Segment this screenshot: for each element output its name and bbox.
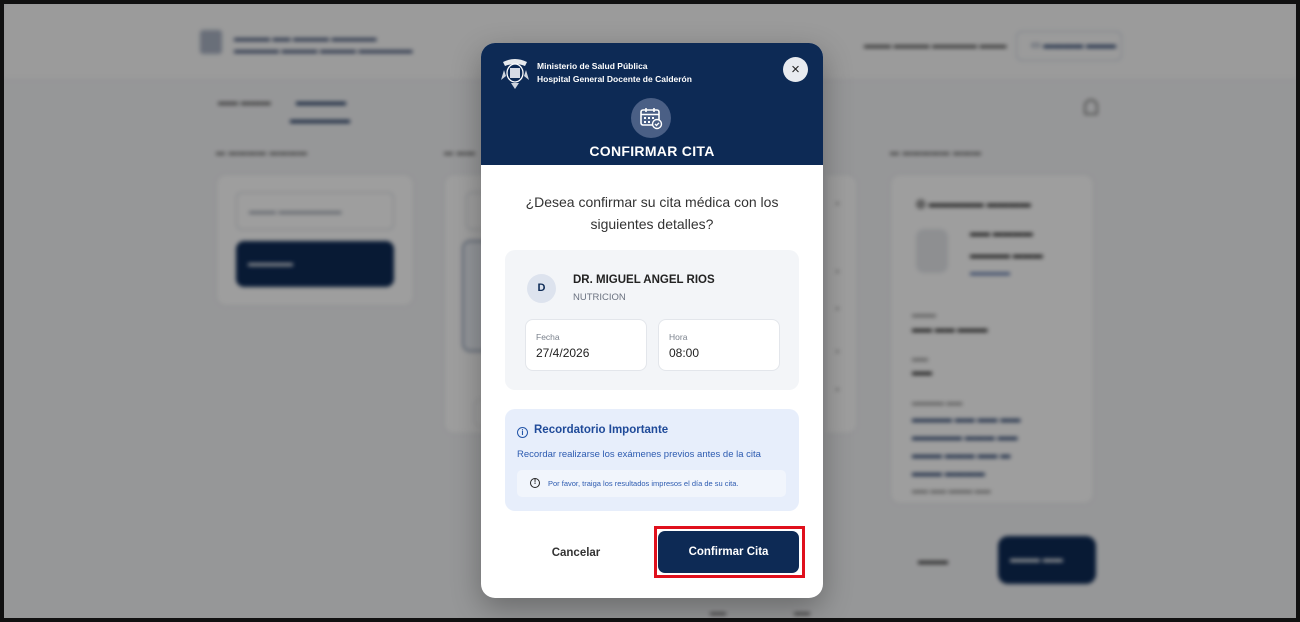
doctor-avatar: D: [527, 274, 556, 303]
reminder-note-text: Por favor, traiga los resultados impreso…: [548, 479, 739, 488]
reminder-box: i Recordatorio Importante Recordar reali…: [505, 409, 799, 511]
confirm-appointment-modal: Ministerio de Salud Pública Hospital Gen…: [481, 43, 823, 598]
doctor-specialty: NUTRICION: [573, 292, 626, 303]
modal-title: CONFIRMAR CITA: [589, 143, 715, 159]
confirm-appointment-button[interactable]: Confirmar Cita: [658, 531, 799, 573]
hora-value: 08:00: [669, 346, 700, 360]
hora-field: Hora 08:00: [658, 319, 780, 371]
cancel-button[interactable]: Cancelar: [538, 540, 614, 566]
confirm-question: ¿Desea confirmar su cita médica con los …: [525, 194, 779, 232]
doctor-name: DR. MIGUEL ANGEL RIOS: [573, 274, 715, 286]
reminder-note: ! Por favor, traiga los resultados impre…: [517, 470, 786, 497]
fecha-field: Fecha 27/4/2026: [525, 319, 647, 371]
seal-icon: [501, 59, 529, 89]
info-icon: !: [530, 478, 540, 488]
info-icon: i: [517, 427, 528, 438]
reminder-title: Recordatorio Importante: [534, 424, 669, 436]
calendar-check-icon: [640, 108, 663, 130]
modal-header: Ministerio de Salud Pública Hospital Gen…: [481, 43, 823, 165]
fecha-value: 27/4/2026: [536, 346, 590, 360]
close-icon: ×: [791, 61, 800, 78]
close-button[interactable]: ×: [783, 57, 808, 82]
calendar-badge: [631, 98, 671, 138]
org-name-line1: Ministerio de Salud Pública: [537, 61, 648, 71]
reminder-text: Recordar realizarse los exámenes previos…: [517, 449, 761, 460]
fecha-label: Fecha: [536, 332, 560, 342]
org-name-line2: Hospital General Docente de Calderón: [537, 74, 692, 84]
hora-label: Hora: [669, 332, 688, 342]
appointment-details-card: D DR. MIGUEL ANGEL RIOS NUTRICION Fecha …: [505, 250, 799, 390]
